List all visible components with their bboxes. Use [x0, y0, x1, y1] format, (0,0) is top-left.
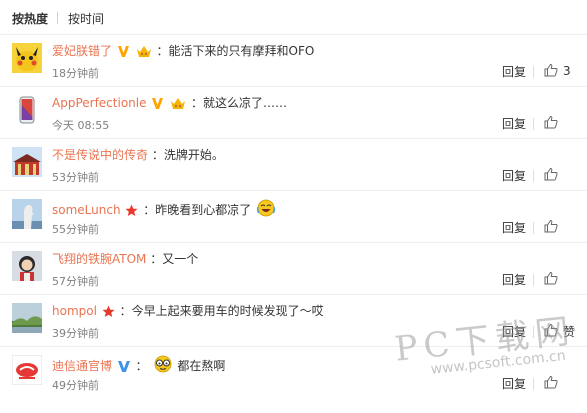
- username-link[interactable]: 不是传说中的传奇: [52, 148, 148, 162]
- crown-emoji-icon: [136, 44, 152, 62]
- like-button[interactable]: [544, 271, 558, 287]
- username-link[interactable]: AppPerfectionle: [52, 96, 146, 110]
- like-count: 3: [563, 64, 571, 78]
- comment-item: AppPerfectionle ：就这么凉了…… 今天 08:55 回复: [0, 86, 587, 138]
- sort-bar: 按热度 按时间: [0, 0, 587, 34]
- thumbs-up-icon: [544, 167, 558, 184]
- comment-item: 飞翔的铁腕ATOM ：又一个 57分钟前 回复: [0, 242, 587, 294]
- username-link[interactable]: 迪信通官博: [52, 359, 112, 373]
- red-star-icon: [125, 204, 138, 221]
- avatar[interactable]: [12, 303, 42, 333]
- avatar[interactable]: [12, 95, 42, 125]
- comment-text: ：昨晚看到心都凉了: [143, 203, 252, 217]
- comment-text: ：能活下来的只有摩拜和OFO: [156, 44, 315, 58]
- thumbs-up-icon: [544, 271, 558, 288]
- action-divider: [533, 170, 534, 182]
- thumbs-up-icon: [544, 375, 558, 392]
- like-button[interactable]: [544, 219, 558, 235]
- reply-button[interactable]: 回复: [502, 115, 526, 132]
- avatar[interactable]: [12, 355, 42, 385]
- action-divider: [533, 222, 534, 234]
- username-link[interactable]: hompol: [52, 304, 97, 318]
- thumbs-up-icon: [544, 219, 558, 236]
- sort-by-time-tab[interactable]: 按时间: [68, 10, 104, 27]
- vip-v-icon: [117, 45, 130, 62]
- sort-divider: [57, 12, 58, 24]
- reply-button[interactable]: 回复: [502, 63, 526, 80]
- comment-text: ：洗牌开始。: [151, 148, 224, 162]
- comment-item: 不是传说中的传奇 ：洗牌开始。 53分钟前 回复: [0, 138, 587, 190]
- like-button[interactable]: [544, 115, 558, 131]
- crown-emoji-icon: [170, 96, 186, 114]
- action-divider: [533, 378, 534, 390]
- action-divider: [533, 66, 534, 78]
- avatar[interactable]: [12, 147, 42, 177]
- comment-item: someLunch ：昨晚看到心都凉了 55分钟前 回复: [0, 190, 587, 242]
- avatar[interactable]: [12, 43, 42, 73]
- laughing-crying-emoji-icon: [256, 199, 276, 221]
- comment-item: 爱妃朕错了 ：能活下来的只有摩拜和OFO 18分钟前 回复 3: [0, 34, 587, 86]
- username-link[interactable]: 飞翔的铁腕ATOM: [52, 252, 146, 266]
- thumbs-up-icon: [544, 115, 558, 132]
- username-link[interactable]: 爱妃朕错了: [52, 44, 112, 58]
- action-divider: [533, 118, 534, 130]
- comment-time: 53分钟前: [52, 171, 99, 184]
- comment-time: 57分钟前: [52, 275, 99, 288]
- avatar[interactable]: [12, 199, 42, 229]
- sort-by-hot-tab[interactable]: 按热度: [12, 10, 48, 27]
- comment-text: ：又一个: [150, 252, 199, 266]
- comment-text: 都在熬啊: [177, 359, 226, 373]
- username-link[interactable]: someLunch: [52, 203, 121, 217]
- reply-button[interactable]: 回复: [502, 271, 526, 288]
- reply-button[interactable]: 回复: [502, 219, 526, 236]
- verified-v-icon: [117, 360, 131, 377]
- action-divider: [533, 274, 534, 286]
- glasses-emoji-icon: [153, 355, 173, 377]
- comment-time: 49分钟前: [52, 379, 99, 392]
- like-button[interactable]: [544, 375, 558, 391]
- comment-time: 18分钟前: [52, 67, 99, 80]
- like-button[interactable]: 3: [544, 63, 571, 79]
- like-button[interactable]: [544, 167, 558, 183]
- thumbs-up-icon: [544, 63, 558, 80]
- comment-text: ：今早上起来要用车的时候发现了～哎: [119, 304, 324, 318]
- red-star-icon: [102, 305, 115, 322]
- reply-button[interactable]: 回复: [502, 167, 526, 184]
- comment-time: 55分钟前: [52, 223, 99, 236]
- comment-text: ：就这么凉了……: [190, 96, 287, 110]
- comment-time: 今天 08:55: [52, 119, 110, 132]
- vip-v-icon: [151, 97, 164, 114]
- reply-button[interactable]: 回复: [502, 375, 526, 392]
- avatar[interactable]: [12, 251, 42, 281]
- comment-time: 39分钟前: [52, 327, 99, 340]
